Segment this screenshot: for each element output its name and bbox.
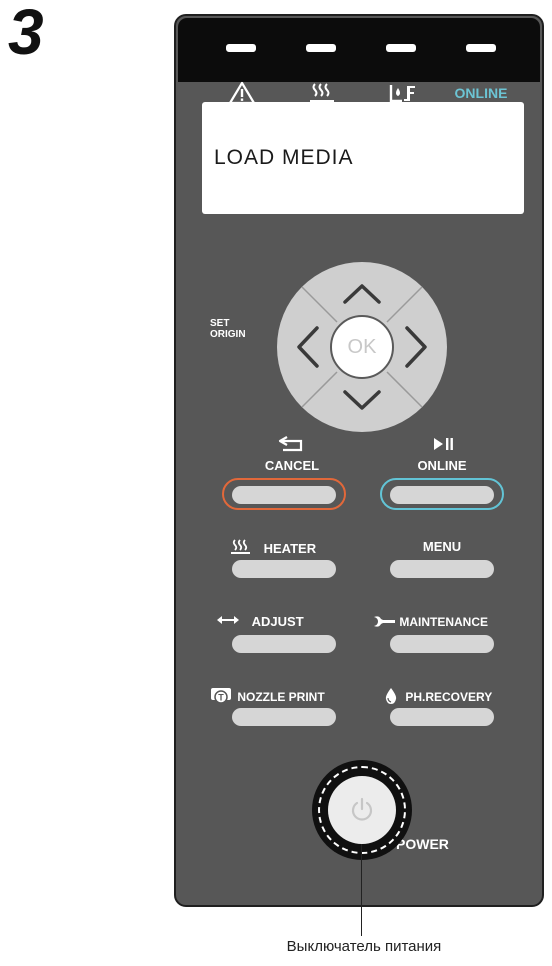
nozzle-print-label: NOZZLE PRINT bbox=[237, 690, 325, 704]
down-arrow-button[interactable] bbox=[343, 390, 381, 410]
adjust-label: ADJUST bbox=[251, 614, 304, 629]
heater-button-icon bbox=[231, 539, 250, 554]
cancel-label: CANCEL bbox=[264, 458, 320, 473]
maintenance-button[interactable] bbox=[390, 635, 494, 653]
svg-text:T: T bbox=[218, 693, 224, 703]
status-led bbox=[466, 44, 496, 52]
set-origin-label: SET ORIGIN bbox=[210, 318, 246, 340]
ink-drop-icon bbox=[385, 688, 397, 704]
adjust-arrows-icon bbox=[217, 616, 239, 624]
wrench-icon bbox=[374, 616, 395, 627]
cancel-button[interactable] bbox=[232, 486, 336, 504]
heater-label: HEATER bbox=[263, 541, 317, 556]
maintenance-label: MAINTENANCE bbox=[399, 615, 489, 629]
power-button[interactable] bbox=[328, 776, 396, 844]
power-button-ring bbox=[312, 760, 412, 860]
ph-recovery-button[interactable] bbox=[390, 708, 494, 726]
status-led bbox=[386, 44, 416, 52]
menu-button[interactable] bbox=[390, 560, 494, 578]
cancel-button-highlight bbox=[222, 478, 346, 510]
nozzle-print-label-row: T NOZZLE PRINT bbox=[210, 687, 325, 705]
set-origin-line2: ORIGIN bbox=[210, 329, 246, 340]
printer-control-panel: ONLINE LOAD MEDIA SET ORIGIN OK CANCEL O… bbox=[174, 14, 544, 907]
status-led bbox=[226, 44, 256, 52]
heater-label-row: HEATER bbox=[230, 539, 316, 556]
up-arrow-button[interactable] bbox=[343, 284, 381, 304]
power-switch-caption: Выключатель питания bbox=[286, 938, 442, 955]
left-arrow-button[interactable] bbox=[297, 326, 319, 368]
online-label: ONLINE bbox=[417, 458, 467, 473]
power-label: POWER bbox=[396, 836, 449, 852]
led-bar bbox=[178, 18, 540, 82]
lcd-display: LOAD MEDIA bbox=[202, 102, 524, 214]
heater-button[interactable] bbox=[232, 560, 336, 578]
online-button[interactable] bbox=[390, 486, 494, 504]
ph-recovery-label-row: PH.RECOVERY bbox=[384, 687, 492, 705]
step-number: 3 bbox=[8, 0, 44, 68]
online-button-highlight bbox=[380, 478, 504, 510]
ph-recovery-label: PH.RECOVERY bbox=[405, 690, 493, 704]
ok-button[interactable]: OK bbox=[330, 315, 394, 379]
nozzle-print-icon: T bbox=[211, 688, 231, 704]
undo-arrow-icon bbox=[240, 436, 344, 455]
direction-pad: OK bbox=[277, 262, 447, 432]
callout-leader-line bbox=[361, 844, 362, 936]
right-arrow-button[interactable] bbox=[405, 326, 427, 368]
adjust-button[interactable] bbox=[232, 635, 336, 653]
power-icon bbox=[351, 797, 373, 821]
status-led bbox=[306, 44, 336, 52]
lcd-text: LOAD MEDIA bbox=[214, 146, 354, 169]
maintenance-label-row: MAINTENANCE bbox=[372, 614, 488, 629]
play-pause-icon bbox=[390, 436, 494, 455]
adjust-label-row: ADJUST bbox=[216, 614, 304, 629]
menu-label: MENU bbox=[422, 539, 462, 554]
nozzle-print-button[interactable] bbox=[232, 708, 336, 726]
set-origin-line1: SET bbox=[210, 318, 230, 329]
